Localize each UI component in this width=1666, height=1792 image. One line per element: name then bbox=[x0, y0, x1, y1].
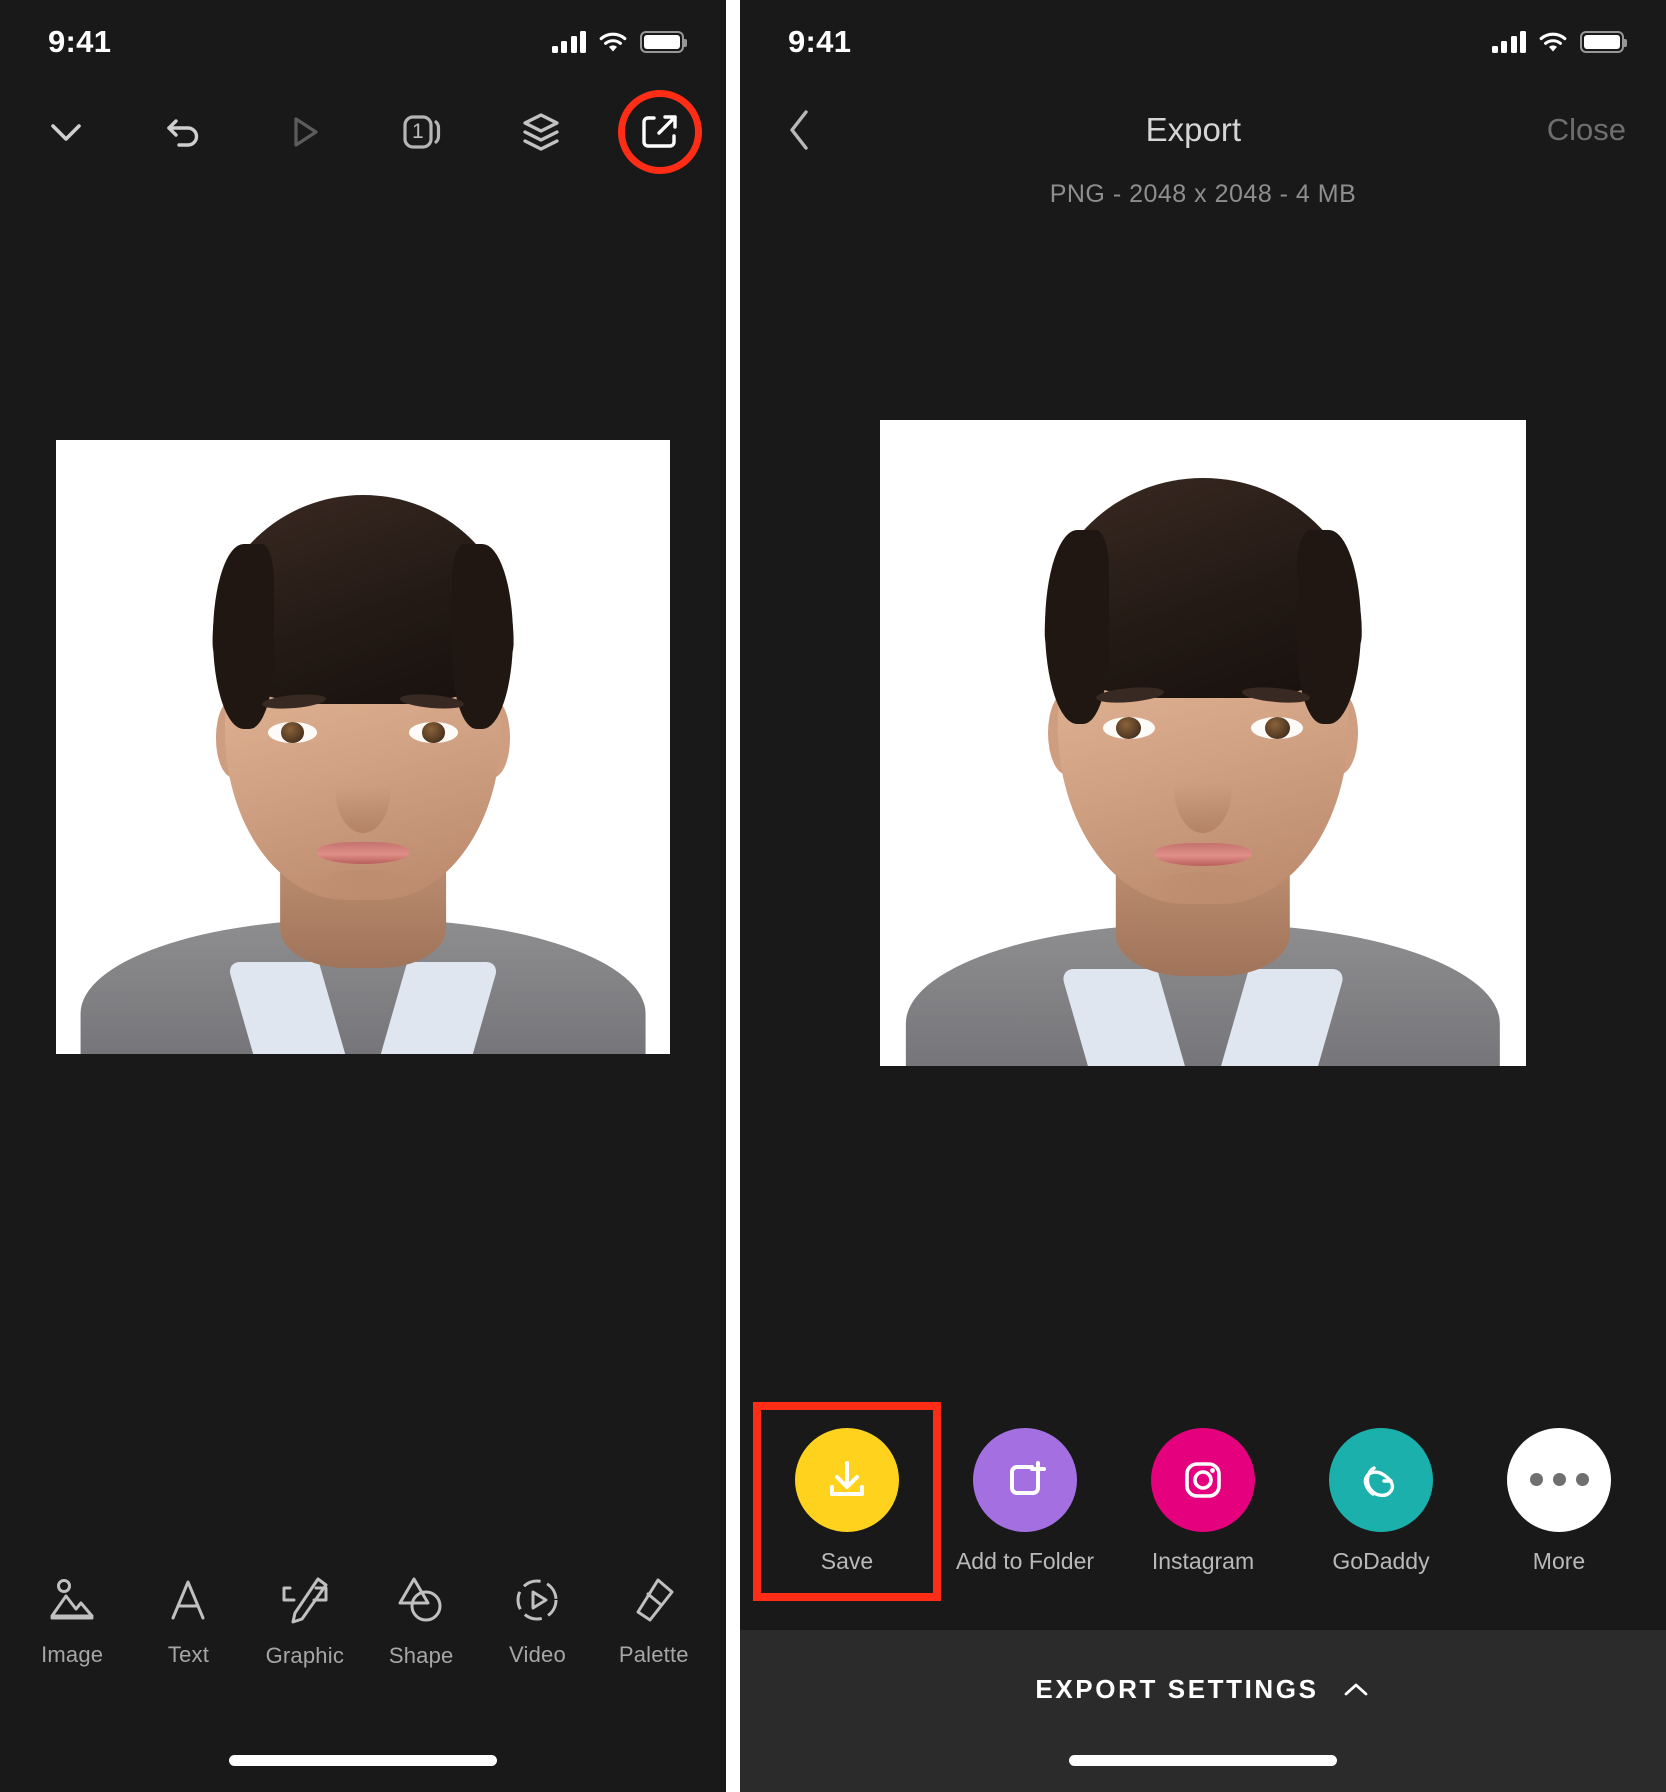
panel-divider bbox=[726, 0, 740, 1792]
share-target-instagram[interactable]: Instagram bbox=[1127, 1427, 1279, 1575]
video-play-icon bbox=[516, 1579, 558, 1621]
palette-icon bbox=[636, 1578, 674, 1622]
tool-image-label: Image bbox=[41, 1642, 104, 1667]
tool-video-label: Video bbox=[509, 1642, 566, 1667]
portrait-image bbox=[880, 420, 1526, 1066]
status-bar: 9:41 bbox=[740, 0, 1666, 84]
undo-icon bbox=[167, 119, 198, 147]
share-export-icon bbox=[642, 115, 677, 148]
layers-icon bbox=[523, 113, 559, 151]
artboard-preview bbox=[880, 420, 1526, 1066]
home-indicator bbox=[1069, 1755, 1337, 1766]
share-target-instagram-label: Instagram bbox=[1151, 1547, 1255, 1574]
graphic-pen-icon bbox=[282, 1577, 328, 1624]
share-target-save-label: Save bbox=[820, 1547, 874, 1574]
godaddy-bubble[interactable] bbox=[1329, 1427, 1433, 1532]
status-bar: 9:41 bbox=[0, 0, 726, 84]
chevron-left-icon bbox=[790, 110, 808, 150]
tool-text[interactable]: Text bbox=[132, 1574, 244, 1668]
image-icon bbox=[50, 1579, 94, 1620]
back-button[interactable] bbox=[780, 102, 840, 158]
screenshot-root: 9:41 1 Image Text Graphic Shape Video Pa… bbox=[0, 0, 1666, 1792]
battery-icon bbox=[640, 31, 687, 53]
close-button[interactable]: Close bbox=[1547, 112, 1626, 148]
tool-palette-label: Palette bbox=[618, 1642, 689, 1667]
export-screen: 9:41 Export Close PNG - 2048 x 2048 - 4 … bbox=[740, 0, 1666, 1792]
tool-graphic-label: Graphic bbox=[265, 1643, 345, 1668]
artboard[interactable] bbox=[56, 440, 670, 1054]
status-bar-time: 9:41 bbox=[788, 24, 852, 59]
undo-button[interactable] bbox=[147, 94, 223, 170]
chevron-down-icon bbox=[51, 124, 81, 141]
home-indicator bbox=[229, 1755, 497, 1766]
share-target-godaddy-label: GoDaddy bbox=[1332, 1547, 1430, 1574]
more-dots-icon bbox=[1529, 1473, 1589, 1486]
pages-button[interactable]: 1 bbox=[384, 94, 460, 170]
share-export-button[interactable] bbox=[617, 90, 702, 174]
text-a-icon bbox=[171, 1580, 205, 1620]
tool-video[interactable]: Video bbox=[481, 1574, 593, 1668]
add-to-folder-icon bbox=[1010, 1460, 1046, 1495]
tool-image[interactable]: Image bbox=[16, 1574, 128, 1668]
tool-shape-label: Shape bbox=[388, 1643, 454, 1668]
instagram-icon bbox=[1185, 1461, 1221, 1498]
share-target-save[interactable]: Save bbox=[753, 1401, 941, 1601]
download-icon bbox=[830, 1460, 864, 1496]
play-preview-button[interactable] bbox=[266, 94, 342, 170]
editor-tool-strip: Image Text Graphic Shape Video Palette bbox=[0, 1546, 726, 1696]
status-bar-indicators bbox=[1491, 31, 1627, 53]
status-bar-time: 9:41 bbox=[48, 24, 112, 59]
export-settings-bar[interactable]: EXPORT SETTINGS bbox=[740, 1630, 1666, 1792]
more-bubble[interactable] bbox=[1507, 1427, 1611, 1532]
editor-screen: 9:41 1 Image Text Graphic Shape Video Pa… bbox=[0, 0, 726, 1792]
export-settings-label: EXPORT SETTINGS bbox=[1035, 1674, 1319, 1704]
add-to-folder-bubble[interactable] bbox=[973, 1427, 1077, 1532]
tool-palette[interactable]: Palette bbox=[598, 1574, 710, 1668]
share-target-godaddy[interactable]: GoDaddy bbox=[1305, 1427, 1457, 1575]
tool-shape[interactable]: Shape bbox=[365, 1573, 477, 1669]
share-target-more-label: More bbox=[1532, 1547, 1586, 1574]
battery-icon bbox=[1580, 31, 1627, 53]
share-target-add-to-folder-label: Add to Folder bbox=[955, 1547, 1095, 1574]
export-preview bbox=[740, 420, 1666, 1066]
page-title: Export bbox=[1145, 111, 1242, 148]
status-bar-indicators bbox=[551, 31, 687, 53]
layers-button[interactable] bbox=[503, 94, 579, 170]
shape-icon bbox=[398, 1577, 442, 1622]
cellular-signal-icon bbox=[1491, 31, 1526, 53]
share-targets-row: Save Add to Folder Instagram GoDaddy Mor… bbox=[740, 1401, 1666, 1601]
instagram-bubble[interactable] bbox=[1151, 1427, 1255, 1532]
chevron-up-icon bbox=[1344, 1683, 1367, 1695]
editor-toolbar: 1 bbox=[0, 84, 726, 180]
export-file-info: PNG - 2048 x 2048 - 4 MB bbox=[1049, 180, 1357, 208]
editor-canvas[interactable] bbox=[0, 440, 726, 1054]
collapse-chevron-down-button[interactable] bbox=[28, 94, 104, 170]
play-icon bbox=[293, 117, 318, 147]
tool-graphic[interactable]: Graphic bbox=[249, 1573, 361, 1669]
share-target-more[interactable]: More bbox=[1483, 1427, 1635, 1575]
portrait-image bbox=[56, 440, 670, 1054]
save-bubble[interactable] bbox=[795, 1427, 899, 1532]
share-target-add-to-folder[interactable]: Add to Folder bbox=[949, 1427, 1101, 1575]
wifi-icon bbox=[1539, 32, 1567, 52]
tool-text-label: Text bbox=[167, 1642, 210, 1667]
pages-count-label: 1 bbox=[412, 120, 424, 143]
godaddy-icon bbox=[1363, 1465, 1395, 1497]
wifi-icon bbox=[599, 32, 627, 52]
cellular-signal-icon bbox=[551, 31, 586, 53]
export-header: Export Close bbox=[740, 84, 1666, 176]
export-settings-toggle[interactable]: EXPORT SETTINGS bbox=[1035, 1674, 1370, 1705]
